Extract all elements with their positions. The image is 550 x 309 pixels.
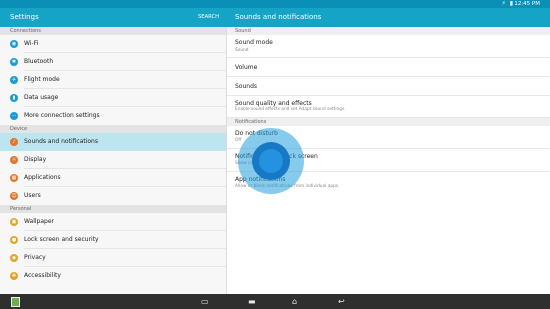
- accessibility-icon: ✚: [10, 272, 18, 280]
- bluetooth-icon: ✱: [10, 58, 18, 66]
- section-header: Connections: [0, 27, 226, 35]
- sound-mode-title: Sound mode: [235, 39, 273, 46]
- sidebar-item-label: Display: [24, 156, 47, 163]
- settings-list: Connections ◉ Wi-Fi ✱ Bluetooth ✈ Flight…: [0, 27, 227, 294]
- dnd-value: Off: [235, 138, 242, 143]
- privacy-icon: ◆: [10, 254, 18, 262]
- settings-header: Settings SEARCH: [0, 8, 227, 27]
- wallpaper-icon: ▣: [10, 218, 18, 226]
- more-connection-icon: ⋯: [10, 112, 18, 120]
- search-button[interactable]: SEARCH: [198, 14, 219, 20]
- section-header: Device: [0, 125, 226, 133]
- volume-title: Volume: [235, 64, 258, 71]
- section-header: Personal: [0, 205, 226, 213]
- detail-header: Sounds and notifications: [227, 8, 550, 27]
- sidebar-item-label: More connection settings: [24, 112, 100, 119]
- sidebar-item-label: Wallpaper: [24, 218, 55, 225]
- recent-apps-icon[interactable]: ▭: [201, 297, 209, 306]
- display-icon: ☼: [10, 156, 18, 164]
- section-header-notifications: Notifications: [227, 118, 550, 126]
- sidebar-item-wifi[interactable]: ◉ Wi-Fi: [0, 35, 226, 53]
- sidebar-item-lock-screen[interactable]: ● Lock screen and security: [0, 231, 226, 249]
- navigation-bar: ▭ ▬ ⌂ ↩: [0, 294, 550, 309]
- wifi-icon: ◉: [10, 40, 18, 48]
- sidebar-item-label: Data usage: [24, 94, 59, 101]
- sidebar-item-label: Bluetooth: [24, 58, 54, 65]
- sidebar-item-data-usage[interactable]: ▮ Data usage: [0, 89, 226, 107]
- status-icons: ⚡ ▮: [501, 0, 514, 7]
- sidebar-item-more-connection[interactable]: ⋯ More connection settings: [0, 107, 226, 125]
- sound-mode-item[interactable]: Sound mode Sound: [227, 35, 550, 58]
- airplane-icon: ✈: [10, 76, 18, 84]
- sidebar-item-privacy[interactable]: ◆ Privacy: [0, 249, 226, 267]
- section-header-sound: Sound: [227, 27, 550, 35]
- screenshot-thumbnail-icon[interactable]: [11, 297, 20, 307]
- back-icon[interactable]: ↩: [338, 297, 345, 306]
- sidebar-item-label: Flight mode: [24, 76, 60, 83]
- status-bar: ⚡ ▮ 12:45 PM: [0, 0, 550, 8]
- sidebar-item-users[interactable]: ☺ Users: [0, 187, 226, 205]
- sounds-item[interactable]: Sounds: [227, 77, 550, 96]
- sidebar-item-sounds[interactable]: ♪ Sounds and notifications: [0, 133, 226, 151]
- sidebar-item-label: Users: [24, 192, 41, 199]
- sidebar-item-wallpaper[interactable]: ▣ Wallpaper: [0, 213, 226, 231]
- data-usage-icon: ▮: [10, 94, 18, 102]
- sidebar-item-label: Accessibility: [24, 272, 61, 279]
- sidebar-item-bluetooth[interactable]: ✱ Bluetooth: [0, 53, 226, 71]
- applications-icon: ▦: [10, 174, 18, 182]
- sidebar-item-flight-mode[interactable]: ✈ Flight mode: [0, 71, 226, 89]
- sound-quality-item[interactable]: Sound quality and effects Enable sound e…: [227, 96, 550, 118]
- sounds-title: Sounds: [235, 83, 258, 90]
- sidebar-item-applications[interactable]: ▦ Applications: [0, 169, 226, 187]
- users-icon: ☺: [10, 192, 18, 200]
- detail-title: Sounds and notifications: [235, 13, 322, 21]
- sidebar-item-accessibility[interactable]: ✚ Accessibility: [0, 267, 226, 285]
- clock: 12:45 PM: [514, 1, 540, 7]
- volume-item[interactable]: Volume: [227, 58, 550, 77]
- sound-quality-title: Sound quality and effects: [235, 100, 312, 107]
- sidebar-item-label: Wi-Fi: [24, 40, 39, 47]
- touch-indicator-center: [259, 149, 283, 173]
- sidebar-item-label: Sounds and notifications: [24, 138, 98, 145]
- sound-mode-value: Sound: [235, 48, 249, 53]
- sidebar-item-label: Applications: [24, 174, 61, 181]
- sidebar-item-label: Lock screen and security: [24, 236, 99, 243]
- overview-icon[interactable]: ▬: [248, 297, 256, 306]
- page-title: Settings: [10, 13, 39, 21]
- lock-icon: ●: [10, 236, 18, 244]
- home-icon[interactable]: ⌂: [292, 297, 297, 306]
- sidebar-item-display[interactable]: ☼ Display: [0, 151, 226, 169]
- sound-quality-sub: Enable sound effects and set Adapt sound…: [235, 107, 346, 112]
- sound-icon: ♪: [10, 138, 18, 146]
- sidebar-item-label: Privacy: [24, 254, 46, 261]
